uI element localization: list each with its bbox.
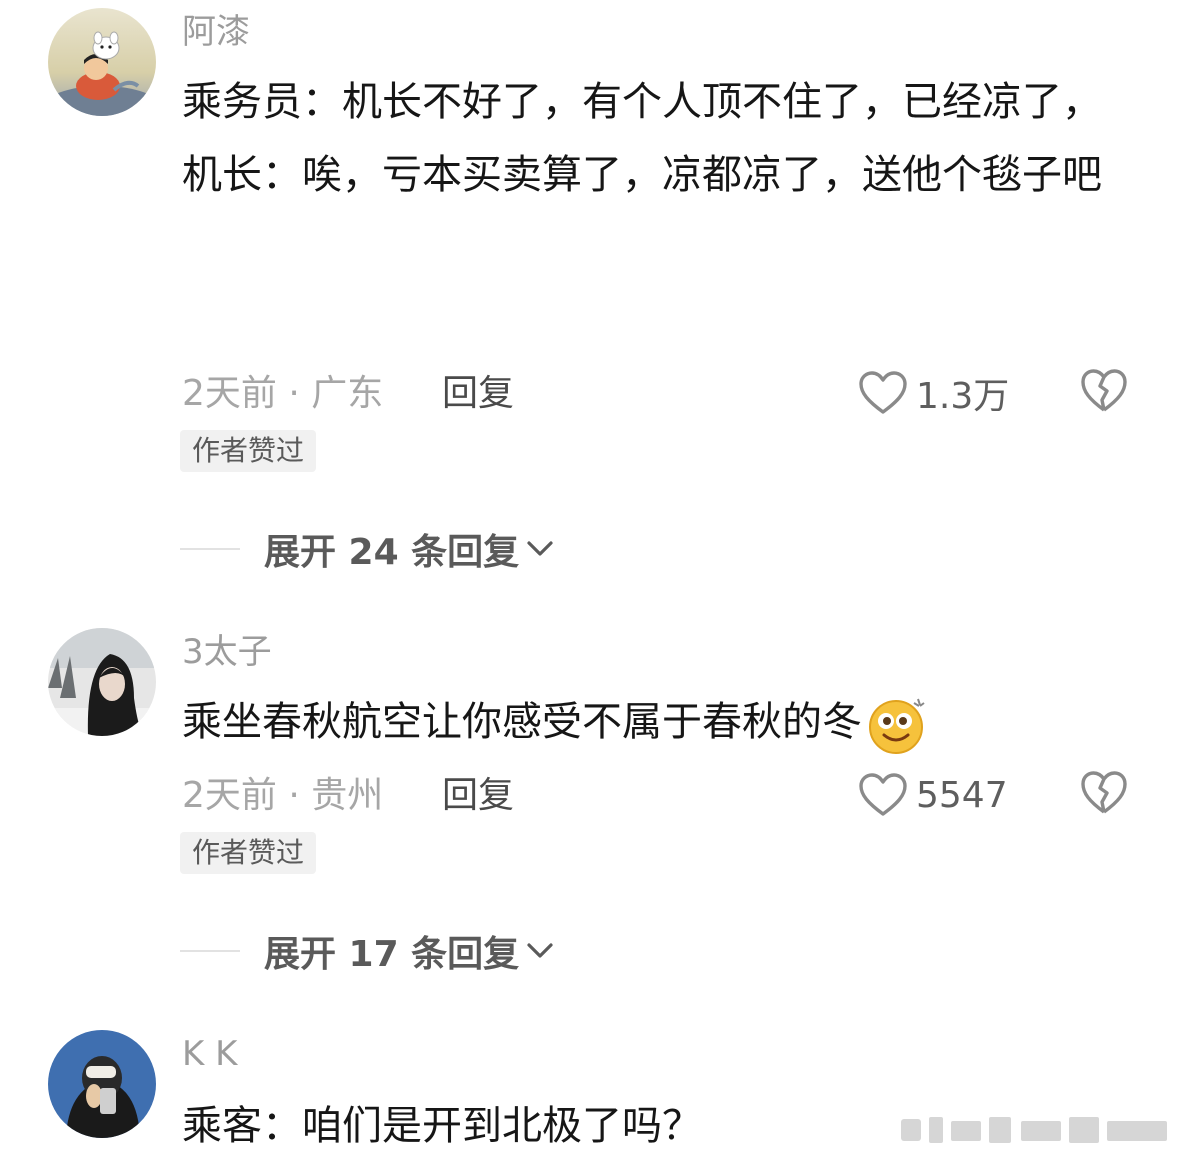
like-button[interactable]: 1.3万 — [858, 368, 1009, 418]
like-count: 5547 — [916, 774, 1008, 816]
avatar[interactable] — [48, 628, 156, 736]
comment-text: 乘务员：机长不好了，有个人顶不住了，已经凉了， 机长：唉，亏本买卖算了，凉都凉了… — [182, 66, 1122, 212]
avatar[interactable] — [48, 1030, 156, 1138]
watermark-logo — [901, 1117, 1167, 1143]
heart-outline-icon — [859, 371, 907, 414]
comment-text-line: 乘坐春秋航空让你感受不属于春秋的冬 — [182, 686, 1122, 759]
comment-text: 乘坐春秋航空让你感受不属于春秋的冬 — [182, 686, 1122, 759]
broken-heart-icon — [1081, 771, 1127, 814]
expand-replies-button[interactable]: 展开 24 条回复 — [180, 524, 555, 574]
time-location: 2天前 · 贵州 — [182, 775, 384, 816]
dizzy-smile-emoji-icon — [869, 698, 925, 754]
expand-replies-button[interactable]: 展开 17 条回复 — [180, 926, 555, 976]
author-liked-badge: 作者赞过 — [180, 832, 317, 874]
username[interactable]: 阿漆 — [182, 12, 250, 52]
username[interactable]: 3太子 — [182, 632, 272, 672]
like-button[interactable]: 5547 — [858, 770, 1008, 820]
expand-replies-label: 展开 17 条回复 — [264, 934, 520, 975]
username[interactable]: K K — [182, 1034, 237, 1074]
comment-text-span: 乘坐春秋航空让你感受不属于春秋的冬 — [182, 699, 862, 745]
time-location: 2天前 · 广东 — [182, 373, 384, 414]
dislike-button[interactable] — [1080, 368, 1128, 418]
dislike-button[interactable] — [1080, 770, 1128, 820]
comment-text-line: 机长：唉，亏本买卖算了，凉都凉了，送他个毯子吧 — [182, 152, 1102, 198]
like-count: 1.3万 — [916, 376, 1010, 417]
chevron-down-icon — [527, 541, 553, 556]
comment-text-line: 乘务员：机长不好了，有个人顶不住了，已经凉了， — [182, 79, 1102, 125]
heart-outline-icon — [859, 773, 907, 816]
broken-heart-icon — [1081, 369, 1127, 412]
reply-button[interactable]: 回复 — [442, 372, 514, 416]
chevron-down-icon — [527, 943, 553, 958]
expand-replies-label: 展开 24 条回复 — [264, 532, 520, 573]
avatar[interactable] — [48, 8, 156, 116]
divider-line — [180, 548, 240, 550]
author-liked-badge: 作者赞过 — [180, 430, 317, 472]
divider-line — [180, 950, 240, 952]
reply-button[interactable]: 回复 — [442, 774, 514, 818]
